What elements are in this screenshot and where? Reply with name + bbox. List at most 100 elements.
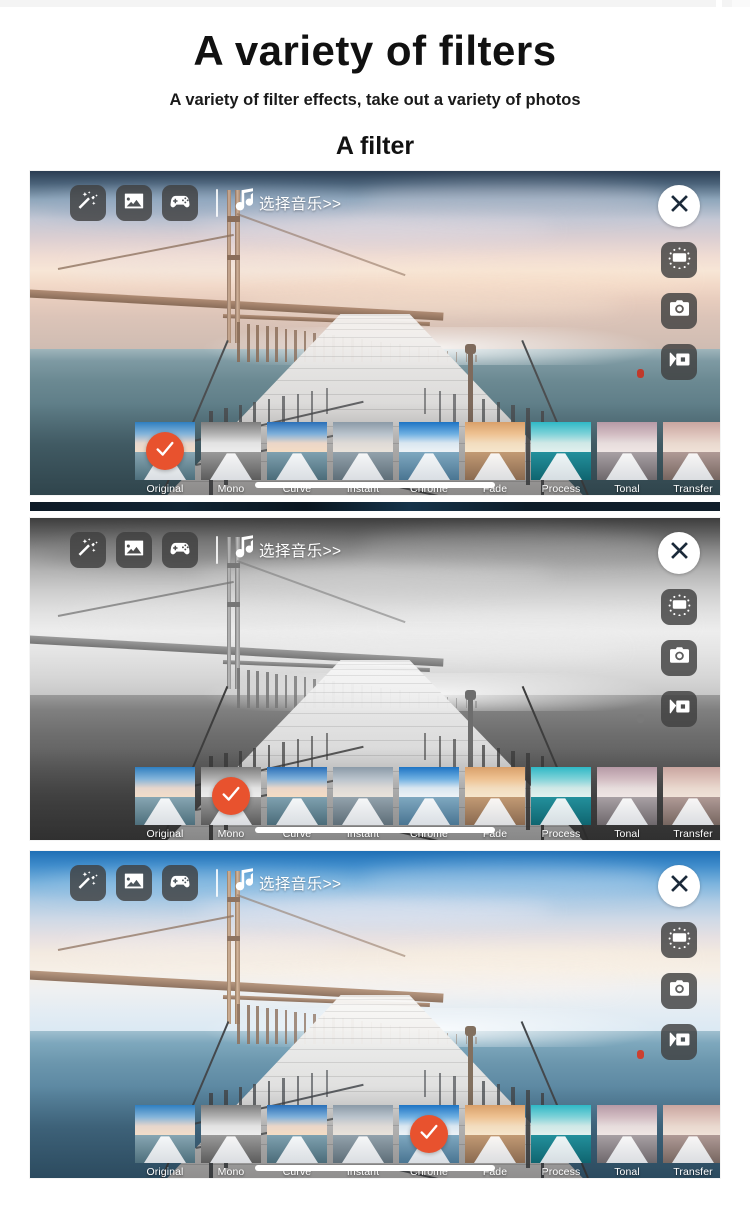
filter-label: Original <box>146 483 184 495</box>
railing-post <box>424 733 426 760</box>
right-rail <box>658 865 700 1060</box>
rotate-frame-button[interactable] <box>661 242 697 278</box>
video-camera-button[interactable] <box>661 691 697 727</box>
pier-column <box>256 324 260 363</box>
image-button[interactable] <box>116 185 152 221</box>
filter-label: Mono <box>217 483 245 495</box>
magic-wand-icon <box>77 870 99 897</box>
filter-thumbnail <box>333 1105 393 1163</box>
filter-label: Process <box>541 483 581 495</box>
filter-thumbnail <box>201 767 261 825</box>
camera-icon <box>668 644 691 672</box>
gamepad-button[interactable] <box>162 185 198 221</box>
filter-item-mono[interactable]: Mono <box>201 767 261 840</box>
filter-thumbnail <box>135 422 195 480</box>
pier-column <box>294 676 297 708</box>
pier-column <box>237 668 241 708</box>
section-title: A filter <box>335 132 415 161</box>
camera-button[interactable] <box>661 640 697 676</box>
music-note-icon <box>232 867 256 899</box>
close-button[interactable] <box>658 532 700 574</box>
filter-thumbnail <box>531 422 591 480</box>
pier-column <box>465 1035 468 1044</box>
filter-item-tonal[interactable]: Tonal <box>597 1105 657 1178</box>
camera-button[interactable] <box>661 973 697 1009</box>
railing-post <box>438 736 441 770</box>
close-button[interactable] <box>658 185 700 227</box>
cloud-3 <box>361 530 665 564</box>
filter-preview-panel-2[interactable]: 选择音乐>> Original Mono Curve Instant Chrome Fade… <box>30 518 720 840</box>
panel-separator-sliver <box>30 502 720 511</box>
image-button[interactable] <box>116 532 152 568</box>
thumb-sky <box>597 767 657 798</box>
select-music-button[interactable]: 选择音乐>> <box>232 187 342 219</box>
video-camera-button[interactable] <box>661 1024 697 1060</box>
filter-thumbnail <box>663 1105 720 1163</box>
filter-thumbnail <box>597 422 657 480</box>
thumb-sky <box>399 422 459 453</box>
filter-item-original[interactable]: Original <box>135 422 195 495</box>
select-music-button[interactable]: 选择音乐>> <box>232 534 342 566</box>
filter-thumbnail <box>135 1105 195 1163</box>
filter-preview-panel-3[interactable]: 选择音乐>> Original Mono Curve Instant Chrome Fade… <box>30 851 720 1178</box>
lamp-head <box>465 344 477 355</box>
image-button[interactable] <box>116 865 152 901</box>
filter-preview-panel-1[interactable]: 选择音乐>> Original Mono Curve Instant Chrome Fade… <box>30 171 720 495</box>
railing-post <box>311 1072 314 1107</box>
filter-item-transfer[interactable]: Transfer <box>663 767 720 840</box>
filter-item-mono[interactable]: Mono <box>201 1105 261 1178</box>
filter-strip: Original Mono Curve Instant Chrome Fade Proces… <box>30 748 720 840</box>
thumb-sky <box>267 1105 327 1136</box>
pier-column <box>456 352 458 363</box>
magic-wand-button[interactable] <box>70 185 106 221</box>
video-camera-icon <box>668 1028 691 1056</box>
buoy-marker <box>637 1050 645 1060</box>
select-music-button[interactable]: 选择音乐>> <box>232 867 342 899</box>
cloud-5 <box>388 268 693 288</box>
filter-item-transfer[interactable]: Transfer <box>663 1105 720 1178</box>
pier-column <box>246 669 250 708</box>
home-indicator-bar <box>255 1165 495 1171</box>
filter-thumbnail <box>201 422 261 480</box>
magic-wand-button[interactable] <box>70 865 106 901</box>
home-indicator-bar <box>255 482 495 488</box>
filter-item-process[interactable]: Process <box>531 422 591 495</box>
filter-label: Tonal <box>614 483 640 495</box>
pier-column <box>246 1004 250 1044</box>
filter-item-mono[interactable]: Mono <box>201 422 261 495</box>
gamepad-button[interactable] <box>162 532 198 568</box>
video-camera-button[interactable] <box>661 344 697 380</box>
sliver-image <box>30 502 720 511</box>
filter-strip: Original Mono Curve Instant Chrome Fade Proces… <box>30 403 720 495</box>
filter-label: Transfer <box>673 483 713 495</box>
magic-wand-button[interactable] <box>70 532 106 568</box>
check-icon <box>154 438 176 465</box>
filter-item-process[interactable]: Process <box>531 767 591 840</box>
thumb-sky <box>267 422 327 453</box>
filter-thumbnail <box>333 767 393 825</box>
lamp-head <box>465 1026 477 1037</box>
close-icon <box>669 540 690 566</box>
filter-item-tonal[interactable]: Tonal <box>597 767 657 840</box>
camera-button[interactable] <box>661 293 697 329</box>
filter-item-process[interactable]: Process <box>531 1105 591 1178</box>
top-band-seam-right <box>732 0 750 7</box>
gamepad-button[interactable] <box>162 865 198 901</box>
filter-item-original[interactable]: Original <box>135 1105 195 1178</box>
music-note-icon <box>232 534 256 566</box>
filter-label: Transfer <box>673 828 713 840</box>
toolbar-divider <box>216 536 218 564</box>
thumb-sky <box>531 767 591 798</box>
thumb-sky <box>333 1105 393 1136</box>
rotate-frame-button[interactable] <box>661 589 697 625</box>
close-button[interactable] <box>658 865 700 907</box>
filter-item-tonal[interactable]: Tonal <box>597 422 657 495</box>
filter-thumbnail <box>531 1105 591 1163</box>
filter-thumbnail <box>465 422 525 480</box>
filter-item-original[interactable]: Original <box>135 767 195 840</box>
rotate-frame-button[interactable] <box>661 922 697 958</box>
filter-item-transfer[interactable]: Transfer <box>663 422 720 495</box>
filter-selected-check <box>212 777 250 815</box>
lamp-head <box>465 690 477 701</box>
gamepad-icon <box>169 870 191 897</box>
